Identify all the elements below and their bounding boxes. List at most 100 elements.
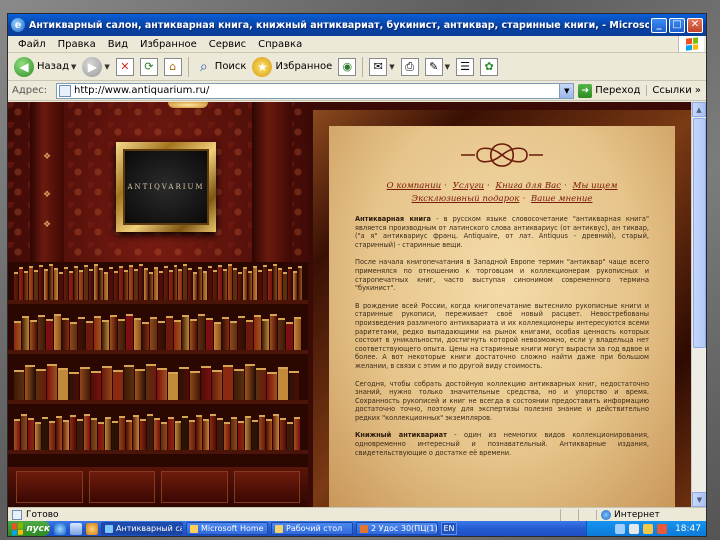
refresh-icon: ⟳ xyxy=(139,57,158,76)
chevron-down-icon[interactable]: ▼ xyxy=(445,63,450,71)
book-spine xyxy=(263,265,268,300)
paragraph: Антикварная книга - в русском языке слов… xyxy=(355,215,649,249)
book-spine xyxy=(238,421,244,450)
menu-help[interactable]: Справка xyxy=(252,39,308,50)
stop-icon: ✕ xyxy=(115,57,134,76)
book-spine xyxy=(102,320,109,350)
book-spine xyxy=(238,316,245,350)
book-spine xyxy=(163,266,168,300)
mail-button[interactable]: ✉ ▼ xyxy=(366,55,397,79)
address-url[interactable]: http://www.antiquarium.ru/ xyxy=(74,85,559,96)
edit-button[interactable]: ✎ ▼ xyxy=(422,55,453,79)
pilaster-left: ❖ ❖ ❖ xyxy=(30,102,64,267)
messenger-button[interactable]: ✿ xyxy=(477,55,501,79)
book-spine xyxy=(273,264,278,300)
ie-quicklaunch-icon[interactable] xyxy=(54,522,66,535)
menu-view[interactable]: Вид xyxy=(102,39,134,50)
book-spine xyxy=(228,264,233,300)
desktop-quicklaunch-icon[interactable] xyxy=(70,522,82,535)
book-spine xyxy=(188,268,193,300)
book-spine xyxy=(178,269,183,300)
taskbar-item-powerpoint[interactable]: 2 Удос 30(ПЦ(1)ОО... xyxy=(356,522,438,535)
book-spine xyxy=(98,268,103,300)
nav-we-search[interactable]: Мы ищем xyxy=(573,181,618,191)
book-spine xyxy=(138,264,143,300)
framed-painting[interactable]: ANTIQVARIUM xyxy=(116,142,216,232)
discuss-button[interactable]: ☰ xyxy=(453,55,477,79)
book-spine xyxy=(14,272,18,300)
book-spine xyxy=(270,314,277,350)
book-spine xyxy=(288,267,293,300)
book-spine xyxy=(30,320,37,350)
search-button[interactable]: ⌕ Поиск xyxy=(192,55,250,79)
chevron-down-icon[interactable]: ▼ xyxy=(71,63,76,71)
cabinet-door xyxy=(161,471,228,503)
home-button[interactable]: ⌂ xyxy=(161,55,185,79)
status-text: Готово xyxy=(26,509,59,520)
toolbar-separator xyxy=(187,56,189,77)
scroll-down-icon[interactable]: ▼ xyxy=(692,492,706,507)
taskbar-item-ie[interactable]: Антикварный салон... xyxy=(101,522,183,535)
language-indicator[interactable]: EN xyxy=(441,522,457,535)
lamp-icon xyxy=(168,102,208,108)
toolbar: ◀ Назад ▼ ▶ ▼ ✕ ⟳ ⌂ ⌕ Поиск ★ Избранное … xyxy=(8,53,706,81)
back-label: Назад xyxy=(37,61,70,72)
book-spine xyxy=(118,266,123,300)
nav-exclusive-gift[interactable]: Эксклюзивный подарок xyxy=(412,194,520,204)
frontpage-icon xyxy=(190,524,198,533)
book-spine xyxy=(63,267,68,300)
links-button[interactable]: Ссылки » xyxy=(646,85,706,96)
book-spine xyxy=(175,421,181,450)
media-button[interactable]: ◉ xyxy=(335,55,359,79)
page-icon xyxy=(59,84,71,97)
address-input[interactable]: http://www.antiquarium.ru/ ▼ xyxy=(56,82,575,99)
stop-button[interactable]: ✕ xyxy=(113,55,137,79)
cabinet-door xyxy=(16,471,83,503)
nav-book-for-you[interactable]: Книга для Вас xyxy=(495,181,561,191)
book-spine xyxy=(289,371,299,400)
back-button[interactable]: ◀ Назад ▼ xyxy=(11,55,79,79)
taskbar-item-desktop[interactable]: Рабочий стол xyxy=(271,522,353,535)
book-spine xyxy=(203,271,208,300)
media-quicklaunch-icon[interactable] xyxy=(86,522,98,535)
forward-button[interactable]: ▶ ▼ xyxy=(79,55,112,79)
book-spine xyxy=(48,264,53,300)
book-spine xyxy=(23,271,28,300)
chevron-down-icon[interactable]: ▼ xyxy=(389,63,394,71)
chevron-down-icon[interactable]: ▼ xyxy=(104,63,109,71)
nav-services[interactable]: Услуги xyxy=(453,181,484,191)
scroll-thumb[interactable] xyxy=(693,118,706,348)
vertical-scrollbar[interactable]: ▲ ▼ xyxy=(691,102,706,507)
book-spine xyxy=(182,416,188,450)
menu-file[interactable]: Файл xyxy=(12,39,52,50)
shield-icon[interactable] xyxy=(657,523,668,534)
menu-favorites[interactable]: Избранное xyxy=(134,39,203,50)
maximize-button[interactable]: □ xyxy=(669,17,685,33)
menu-edit[interactable]: Правка xyxy=(52,39,102,50)
go-button[interactable]: ➔ Переход xyxy=(574,83,646,98)
nav-your-opinion[interactable]: Вашe мнение xyxy=(531,194,593,204)
scroll-up-icon[interactable]: ▲ xyxy=(692,102,706,117)
start-button[interactable]: пуск xyxy=(8,521,50,536)
shelf-row xyxy=(8,362,308,404)
minimize-button[interactable]: _ xyxy=(651,17,667,33)
antivirus-icon[interactable] xyxy=(629,523,640,534)
search-icon: ⌕ xyxy=(199,58,208,75)
book-spine xyxy=(157,368,167,400)
close-button[interactable]: ✕ xyxy=(687,17,703,33)
volume-icon[interactable] xyxy=(643,523,654,534)
zone-label: Интернет xyxy=(614,509,660,520)
menu-tools[interactable]: Сервис xyxy=(203,39,252,50)
book-spine xyxy=(245,364,255,400)
nav-about[interactable]: О компании xyxy=(387,181,442,191)
chevron-down-icon[interactable]: ▼ xyxy=(559,83,574,98)
book-spine xyxy=(231,417,237,450)
book-spine xyxy=(158,321,165,350)
favorites-button[interactable]: ★ Избранное xyxy=(249,55,335,79)
book-spine xyxy=(77,419,83,450)
taskbar-item-homepage[interactable]: Microsoft Home Pa... xyxy=(186,522,268,535)
print-button[interactable]: ⎙ xyxy=(398,55,422,79)
refresh-button[interactable]: ⟳ xyxy=(137,55,161,79)
book-spine xyxy=(58,272,63,300)
network-icon[interactable] xyxy=(615,523,626,534)
